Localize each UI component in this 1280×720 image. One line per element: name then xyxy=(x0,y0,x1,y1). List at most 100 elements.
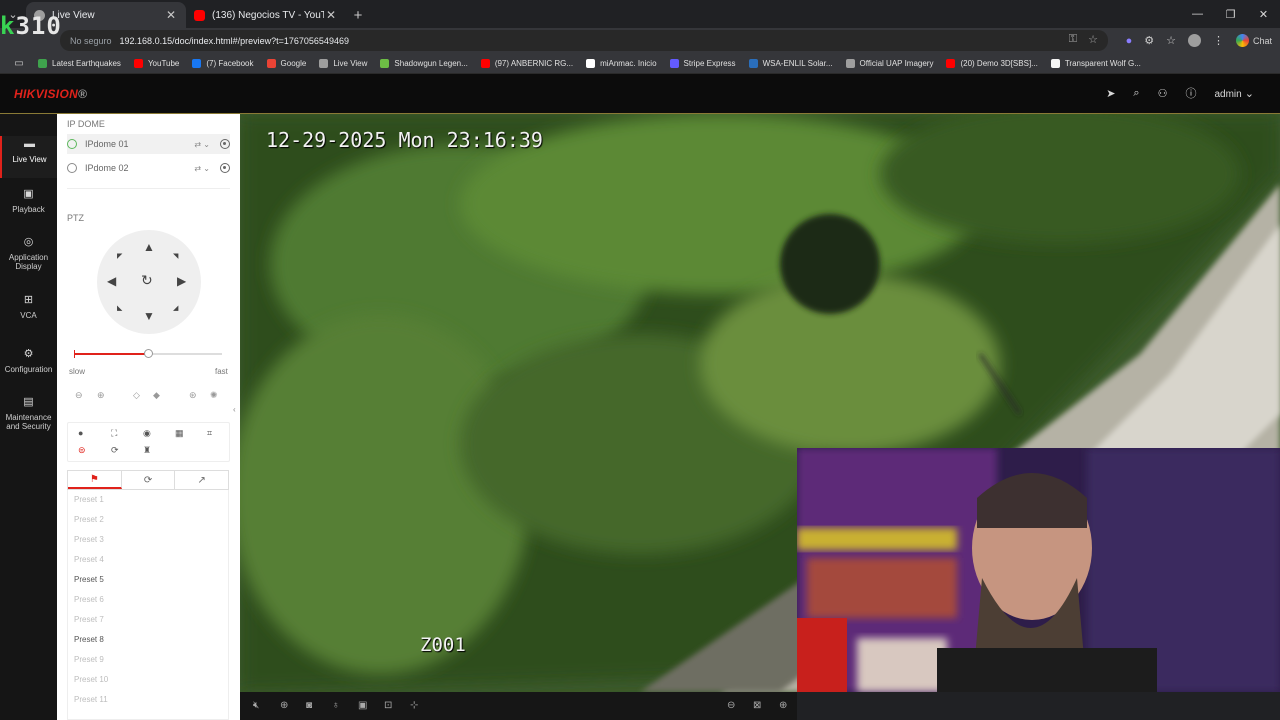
bookmark-item[interactable]: (20) Demo 3D[SBS]... xyxy=(946,58,1038,68)
send-icon[interactable]: ➤ xyxy=(1106,87,1115,100)
close-tab-icon[interactable]: ✕ xyxy=(324,8,338,22)
user-menu[interactable]: admin ⌄ xyxy=(1214,87,1254,100)
camera-item[interactable]: IPdome 02 ⇄ ⌄ xyxy=(67,158,230,178)
slider-handle[interactable] xyxy=(144,349,153,358)
preset-item[interactable]: Preset 10 xyxy=(68,670,228,690)
auto-scan-icon[interactable]: ↻ xyxy=(141,273,153,287)
close-tab-icon[interactable]: ✕ xyxy=(164,8,178,22)
ptz-speed-slider[interactable] xyxy=(74,349,222,358)
light-icon[interactable]: ● xyxy=(78,428,83,438)
nav-playback[interactable]: ▣ Playback xyxy=(0,189,57,215)
pan-up-right-icon[interactable]: ◥ xyxy=(173,252,178,262)
search-icon[interactable]: ⌕ xyxy=(1133,87,1139,100)
iris-close-icon[interactable]: ⊛ xyxy=(189,390,197,401)
bookmark-item[interactable]: miAnmac. Inicio xyxy=(586,58,657,68)
previous-icon[interactable]: ⊖ xyxy=(727,700,735,711)
preset-item[interactable]: Preset 4 xyxy=(68,550,228,570)
bookmark-item[interactable]: YouTube xyxy=(133,58,179,68)
tab-pattern[interactable]: ↗ xyxy=(175,471,228,489)
bookmark-item[interactable]: Stripe Express xyxy=(669,58,736,68)
tab-patrol[interactable]: ⟳ xyxy=(122,471,176,489)
maximize-icon[interactable]: ❐ xyxy=(1214,0,1247,28)
preset-item[interactable]: Preset 3 xyxy=(68,530,228,550)
preset-item[interactable]: Preset 1 xyxy=(68,490,228,510)
pan-down-icon[interactable]: ▼ xyxy=(143,310,155,322)
info-icon[interactable]: ⓘ xyxy=(1185,85,1196,101)
stream-type-icon[interactable]: ⇄ ⌄ xyxy=(194,140,210,149)
capture-icon[interactable]: ◙ xyxy=(306,700,312,711)
favorites-icon[interactable]: ☆ xyxy=(1166,34,1176,47)
bookmark-item[interactable]: Google xyxy=(266,58,306,68)
preset-item[interactable]: Preset 7 xyxy=(68,610,228,630)
nav-configuration[interactable]: ⚙ Configuration xyxy=(0,349,57,375)
bookmark-item[interactable]: WSA-ENLIL Solar... xyxy=(748,58,833,68)
extension-icon[interactable]: ● xyxy=(1126,35,1133,47)
nav-vca[interactable]: ⊞ VCA xyxy=(0,295,57,321)
pan-down-left-icon[interactable]: ◣ xyxy=(117,304,122,314)
bookmark-item[interactable]: Latest Earthquakes xyxy=(38,58,121,68)
digital-zoom-icon[interactable]: ⊕ xyxy=(280,700,288,711)
pan-down-right-icon[interactable]: ◢ xyxy=(173,304,178,314)
pan-left-icon[interactable]: ◀ xyxy=(107,275,116,287)
bookmark-item[interactable]: Transparent Wolf G... xyxy=(1050,58,1141,68)
puzzle-icon[interactable]: ⚙ xyxy=(1144,34,1154,47)
bookmark-item[interactable]: Shadowgun Legen... xyxy=(380,58,468,68)
iris-open-icon[interactable]: ✺ xyxy=(210,390,218,401)
collapse-panel-icon[interactable]: ‹ xyxy=(233,405,236,414)
bookmark-star-icon[interactable]: ☆ xyxy=(1088,33,1098,46)
profile-avatar-icon[interactable] xyxy=(1187,34,1201,47)
camera-item[interactable]: IPdome 01 ⇄ ⌄ xyxy=(67,134,230,154)
chat-button[interactable]: Chat xyxy=(1235,34,1272,47)
bookmark-favicon-icon xyxy=(319,58,329,68)
zoom-out-icon[interactable]: ⊖ xyxy=(75,390,83,401)
application-icon: ◎ xyxy=(23,236,34,248)
pan-right-icon[interactable]: ▶ xyxy=(177,275,186,287)
preset-item[interactable]: Preset 8 xyxy=(68,630,228,650)
mute-icon[interactable]: 🔇︎ xyxy=(253,700,259,711)
key-icon[interactable]: ⚿ xyxy=(1069,33,1077,46)
one-touch-patrol-icon[interactable]: ♜ xyxy=(143,445,151,456)
preset-item[interactable]: Preset 11 xyxy=(68,690,228,710)
focus-near-icon[interactable]: ◇ xyxy=(133,390,140,401)
pan-up-left-icon[interactable]: ◤ xyxy=(117,252,122,262)
one-touch-park-icon[interactable]: ⟳ xyxy=(111,445,119,456)
stream-type-icon[interactable]: ⇄ ⌄ xyxy=(194,164,210,173)
3d-positioning-icon[interactable]: ⛶ xyxy=(111,428,117,439)
live-video-feed[interactable]: 12-29-2025 Mon 23:16:39 Z001 xyxy=(240,114,1280,692)
minimize-icon[interactable]: — xyxy=(1181,0,1214,28)
sidebar-toggle-icon[interactable]: ▭ xyxy=(0,58,38,69)
microphone-icon[interactable]: ♁ xyxy=(332,700,340,711)
nav-live-view[interactable]: ▬ Live View xyxy=(0,136,57,178)
layout-icon[interactable]: ▦ xyxy=(175,428,184,439)
manual-tracking-icon[interactable]: ⊜ xyxy=(78,445,86,456)
preset-item[interactable]: Preset 5 xyxy=(68,570,228,590)
nav-application-display[interactable]: ◎ Application Display xyxy=(0,236,57,272)
preset-item[interactable]: Preset 6 xyxy=(68,590,228,610)
pan-up-icon[interactable]: ▲ xyxy=(143,241,155,253)
next-icon[interactable]: ⊕ xyxy=(779,700,787,711)
record-clip-icon[interactable]: ▣ xyxy=(358,700,367,711)
zoom-in-icon[interactable]: ⊕ xyxy=(97,390,105,401)
address-bar[interactable]: No seguro 192.168.0.15/doc/index.html#/p… xyxy=(60,30,1108,51)
bookmark-item[interactable]: Official UAP Imagery xyxy=(845,58,933,68)
bookmark-item[interactable]: Live View xyxy=(319,58,367,68)
preset-item[interactable]: Preset 2 xyxy=(68,510,228,530)
nav-maintenance[interactable]: ▤ Maintenance and Security xyxy=(0,397,57,432)
stop-all-icon[interactable]: ⊠ xyxy=(753,700,761,711)
record-icon[interactable] xyxy=(220,139,230,149)
focus-far-icon[interactable]: ◆ xyxy=(153,390,160,401)
wiper-icon[interactable]: ◉ xyxy=(143,428,151,439)
tracking-icon[interactable]: ⌗ xyxy=(207,428,212,439)
new-tab-button[interactable]: + xyxy=(346,2,370,28)
close-window-icon[interactable]: ✕ xyxy=(1247,0,1280,28)
preset-item[interactable]: Preset 9 xyxy=(68,650,228,670)
regional-focus-icon[interactable]: ⊹ xyxy=(410,700,418,711)
bookmark-item[interactable]: (7) Facebook xyxy=(192,58,254,68)
tab-youtube[interactable]: (136) Negocios TV - YouTube ✕ xyxy=(186,2,346,28)
bookmark-item[interactable]: (97) ANBERNIC RG... xyxy=(480,58,573,68)
menu-dots-icon[interactable]: ⋮ xyxy=(1213,34,1224,47)
share-icon[interactable]: ⚇ xyxy=(1158,87,1168,100)
3d-zoom-icon[interactable]: ⊡ xyxy=(384,700,392,711)
record-icon[interactable] xyxy=(220,163,230,173)
tab-presets[interactable]: ⚑ xyxy=(68,471,122,489)
